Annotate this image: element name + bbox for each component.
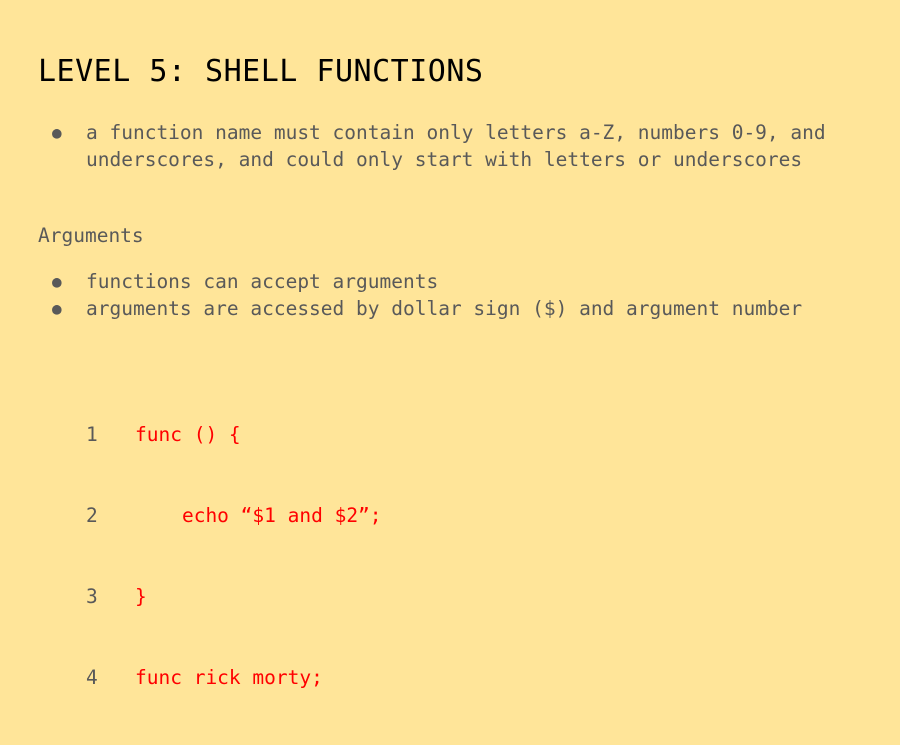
line-number: 1 — [86, 423, 98, 446]
code-text: echo “$1 and $2”; — [135, 504, 382, 527]
bullet-text: arguments are accessed by dollar sign ($… — [86, 297, 803, 320]
bullet-dot-icon: ● — [52, 123, 62, 142]
bullet-dot-icon: ● — [52, 299, 62, 318]
bullet-list-top: ● a function name must contain only lett… — [38, 119, 858, 173]
code-line: 1 func () { — [86, 421, 382, 448]
slide-title: LEVEL 5: SHELL FUNCTIONS — [38, 54, 484, 89]
bullet-item: ● a function name must contain only lett… — [38, 119, 858, 173]
bullet-item: ● arguments are accessed by dollar sign … — [38, 295, 858, 322]
code-text: func rick morty; — [135, 666, 323, 689]
bullet-item: ● functions can accept arguments — [38, 268, 858, 295]
bullet-dot-icon: ● — [52, 272, 62, 291]
line-number: 3 — [86, 585, 98, 608]
slide: LEVEL 5: SHELL FUNCTIONS ● a function na… — [0, 0, 900, 689]
line-number: 2 — [86, 504, 98, 527]
line-number: 4 — [86, 666, 98, 689]
code-text: func () { — [135, 423, 241, 446]
bullet-text: functions can accept arguments — [86, 270, 439, 293]
code-block: 1 func () { 2 echo “$1 and $2”; 3 } 4 fu… — [86, 367, 382, 745]
code-line: 4 func rick morty; — [86, 664, 382, 691]
section-heading: Arguments — [38, 224, 144, 247]
bullet-text: a function name must contain only letter… — [86, 121, 826, 171]
bullet-list-bottom: ● functions can accept arguments ● argum… — [38, 268, 858, 322]
code-text: } — [135, 585, 147, 608]
code-line: 2 echo “$1 and $2”; — [86, 502, 382, 529]
code-line: 3 } — [86, 583, 382, 610]
